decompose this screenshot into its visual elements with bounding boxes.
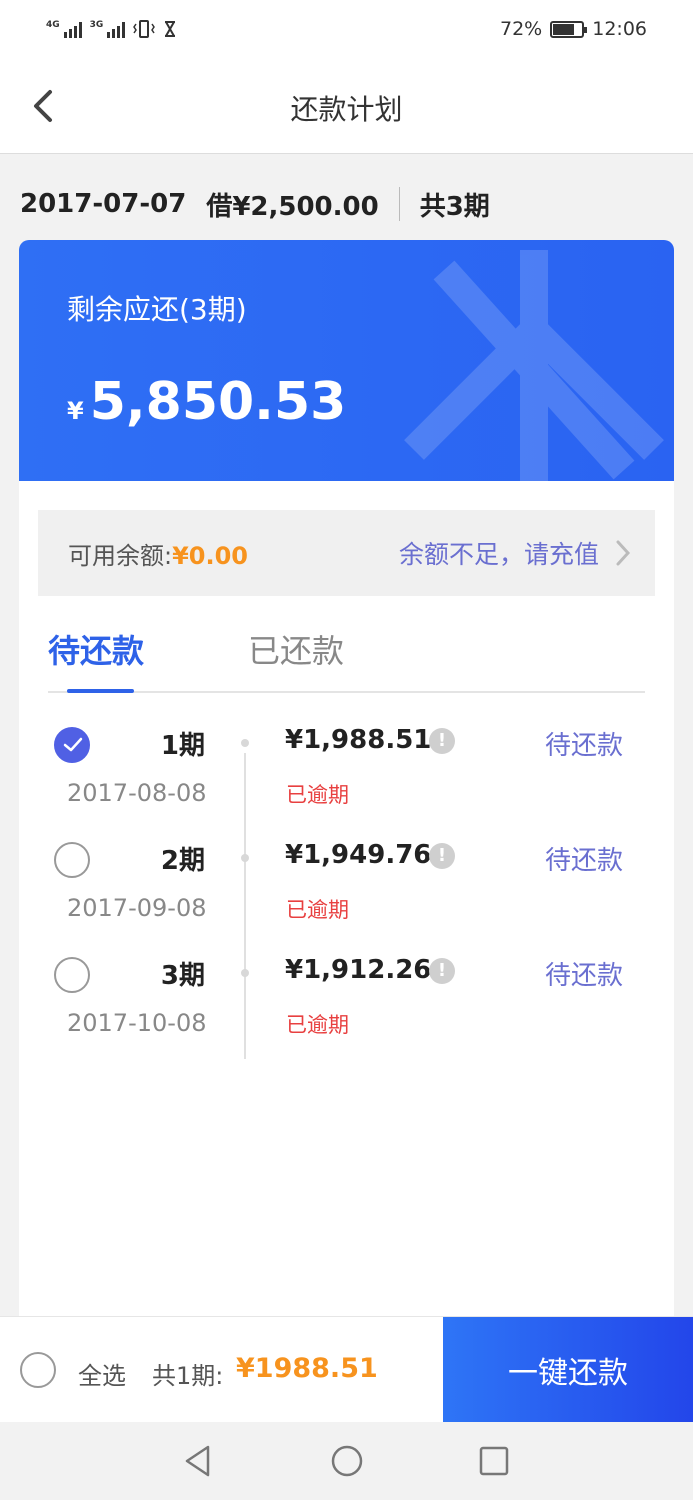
plan-due-date: 2017-09-08 [67,894,207,922]
total-periods-label: 共1期: [152,1362,224,1390]
status-bar: 4G 3G 72% 12:06 [0,0,693,58]
available-label: 可用余额: [68,541,173,570]
status-left: 4G 3G [46,20,177,38]
plan-checkbox[interactable] [54,842,90,878]
plan-period: 1期 [160,731,205,761]
overdue-tag: 已逾期 [286,783,349,807]
plan-amount: ¥1,988.51 [285,725,432,755]
plan-row: 3期 2017-10-08 ¥1,912.26 ! 已逾期 待还款 [19,931,674,1046]
system-nav-bar [0,1422,693,1500]
plan-due-date: 2017-08-08 [67,779,207,807]
checkmark-icon [63,737,83,752]
signal-4g-icon: 4G [46,20,82,38]
signal-3g-icon: 3G [90,20,126,38]
overdue-tag: 已逾期 [286,898,349,922]
info-icon[interactable]: ! [429,843,455,869]
tab-paid[interactable]: 已还款 [248,626,344,672]
currency-symbol: ¥ [67,397,84,425]
plan-amount: ¥1,912.26 [285,955,432,985]
loan-periods: 共3期 [419,191,490,222]
remaining-amount-value: 5,850.53 [89,372,347,432]
back-triangle-icon[interactable] [182,1444,214,1478]
plan-amount: ¥1,949.76 [285,840,432,870]
recharge-hint: 余额不足，请充值 [398,540,599,569]
page-title: 还款计划 [290,93,403,126]
network-type-label: 4G [46,20,60,30]
available-balance: 可用余额:¥0.00 [68,536,248,571]
plan-period: 3期 [160,961,205,991]
info-icon[interactable]: ! [429,728,455,754]
available-amount: ¥0.00 [172,541,249,570]
timeline-dot [241,969,249,977]
available-balance-row[interactable]: 可用余额:¥0.00 余额不足，请充值 [38,510,655,596]
timeline-dot [241,854,249,862]
home-circle-icon[interactable] [330,1444,364,1478]
select-all-checkbox[interactable] [20,1352,56,1388]
status-right: 72% 12:06 [500,18,647,40]
network-type-label: 3G [89,20,104,30]
main-panel: 可用余额:¥0.00 余额不足，请充值 待还款 已还款 1期 2017-08-0… [19,481,674,1316]
battery-icon [550,20,588,38]
remaining-label: 剩余应还(3期) [67,293,247,326]
plan-due-date: 2017-10-08 [67,1009,207,1037]
divider [398,187,400,221]
plan-status-link[interactable]: 待还款 [545,725,623,762]
total-amount: ¥1988.51 [236,1353,378,1384]
loan-info: 2017-07-07 借¥2,500.00 共3期 [20,186,490,222]
select-all-label[interactable]: 全选 [78,1356,126,1391]
chevron-right-icon [616,540,631,566]
hourglass-icon [165,21,176,37]
balance-card: 剩余应还(3期) ¥ 5,850.53 [19,240,674,481]
plan-checkbox[interactable] [54,727,90,763]
info-icon[interactable]: ! [429,958,455,984]
plan-period: 2期 [160,846,205,876]
plan-status-link[interactable]: 待还款 [545,955,623,992]
clock: 12:06 [592,18,647,40]
loan-date: 2017-07-07 [20,189,187,219]
timeline-dot [241,739,249,747]
vibrate-icon [133,20,156,38]
recent-apps-icon[interactable] [478,1444,510,1478]
plan-checkbox[interactable] [54,957,90,993]
recharge-link[interactable]: 余额不足，请充值 [399,535,631,571]
pay-bar: 全选 共1期: ¥1988.51 一键还款 [0,1316,693,1423]
tab-bar: 待还款 已还款 [48,616,645,693]
pay-all-button[interactable]: 一键还款 [443,1317,693,1423]
remaining-amount: ¥ 5,850.53 [67,372,346,432]
nav-bar: 还款计划 [0,58,693,154]
active-tab-indicator [67,689,134,693]
tab-pending[interactable]: 待还款 [48,626,144,672]
plan-row: 1期 2017-08-08 ¥1,988.51 ! 已逾期 待还款 [19,701,674,816]
loan-amount: 借¥2,500.00 [206,191,379,222]
plan-status-link[interactable]: 待还款 [545,840,623,877]
decorative-pattern-icon [404,250,664,481]
plan-row: 2期 2017-09-08 ¥1,949.76 ! 已逾期 待还款 [19,816,674,931]
plan-list: 1期 2017-08-08 ¥1,988.51 ! 已逾期 待还款 2期 201… [19,701,674,1059]
battery-percent: 72% [500,18,543,40]
overdue-tag: 已逾期 [286,1013,349,1037]
